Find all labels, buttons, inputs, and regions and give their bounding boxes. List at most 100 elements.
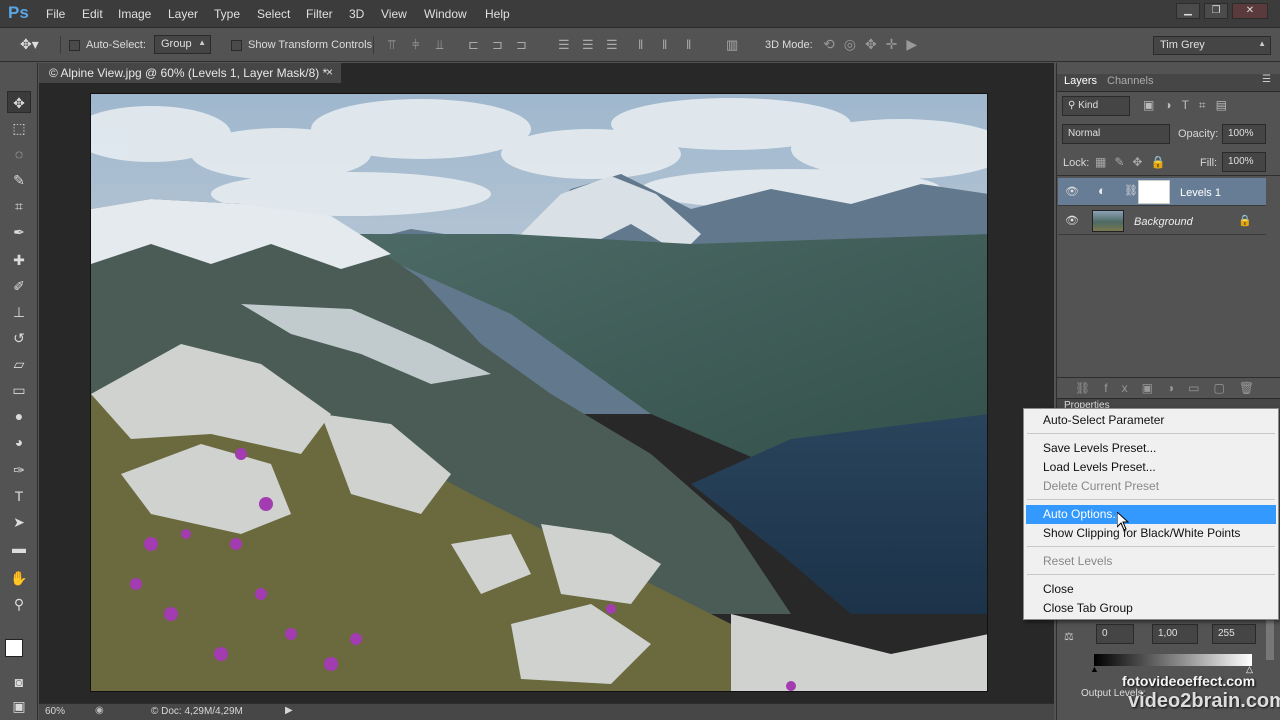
clone-stamp-tool-icon[interactable]: ⊥: [7, 301, 31, 323]
menu-image[interactable]: Image: [118, 7, 151, 21]
layer-filter-icons[interactable]: ▣◑T⌗▤: [1143, 98, 1237, 113]
blend-mode-dropdown[interactable]: Normal: [1062, 124, 1170, 144]
dodge-tool-icon[interactable]: ◕: [7, 431, 31, 453]
menu-item-show-clipping[interactable]: Show Clipping for Black/White Points: [1026, 524, 1276, 543]
zoom-tool-icon[interactable]: ⚲: [7, 593, 31, 615]
layer-mask-thumbnail[interactable]: [1138, 180, 1170, 204]
type-tool-icon[interactable]: T: [7, 485, 31, 507]
align-vcenter-icon[interactable]: ⫩: [412, 37, 419, 53]
menu-item-load-levels-preset[interactable]: Load Levels Preset...: [1026, 458, 1276, 477]
menu-select[interactable]: Select: [257, 7, 290, 21]
image-canvas[interactable]: [90, 93, 988, 692]
layer-row-levels[interactable]: 👁 ◐ ⛓ Levels 1: [1058, 178, 1266, 206]
align-right-icon[interactable]: ⊐: [516, 37, 527, 53]
menu-item-reset-levels: Reset Levels: [1043, 554, 1113, 568]
distribute-right-icon[interactable]: ‖: [686, 37, 691, 52]
menu-filter[interactable]: Filter: [306, 7, 333, 21]
brush-tool-icon[interactable]: ✐: [7, 275, 31, 297]
watermark-fotovideoeffect: fotovideoeffect.com: [1122, 673, 1256, 689]
distribute-left-icon[interactable]: ‖: [638, 37, 643, 52]
distribute-vcenter-icon[interactable]: ☰: [582, 37, 594, 53]
zoom-level[interactable]: 60%: [45, 706, 65, 717]
screen-mode-icon[interactable]: ▣: [7, 695, 31, 717]
restore-button[interactable]: ❐: [1204, 3, 1228, 19]
path-selection-tool-icon[interactable]: ➤: [7, 511, 31, 533]
status-menu-arrow-icon[interactable]: ▶: [285, 705, 293, 716]
history-brush-tool-icon[interactable]: ↺: [7, 327, 31, 349]
auto-levels-icon[interactable]: ⚖: [1064, 630, 1074, 643]
blur-tool-icon[interactable]: ●: [7, 405, 31, 427]
marquee-tool-icon[interactable]: ⬚: [7, 117, 31, 139]
align-bottom-icon[interactable]: ⫫: [436, 37, 443, 53]
document-tab[interactable]: © Alpine View.jpg @ 60% (Levels 1, Layer…: [39, 63, 342, 83]
menu-item-close-tab-group[interactable]: Close Tab Group: [1026, 599, 1276, 618]
input-white-field[interactable]: 255: [1212, 624, 1256, 644]
auto-align-icon[interactable]: ▥: [726, 37, 738, 53]
panel-menu-icon[interactable]: ☰: [1262, 74, 1271, 85]
properties-scrollbar[interactable]: [1266, 620, 1274, 660]
preview-icon[interactable]: ◉: [95, 705, 104, 716]
close-tab-icon[interactable]: ×: [326, 65, 333, 79]
fill-field[interactable]: 100%: [1222, 152, 1266, 172]
auto-select-dropdown[interactable]: Group ▲: [154, 35, 211, 54]
menu-type[interactable]: Type: [214, 7, 240, 21]
layer-row-background[interactable]: 👁 Background 🔒: [1058, 207, 1266, 235]
menu-file[interactable]: File: [46, 7, 65, 21]
workspace-value: Tim Grey: [1160, 39, 1205, 51]
healing-brush-tool-icon[interactable]: ✚: [7, 249, 31, 271]
lasso-tool-icon[interactable]: ◌: [7, 143, 31, 165]
crop-tool-icon[interactable]: ⌗: [7, 195, 31, 217]
menu-window[interactable]: Window: [424, 7, 467, 21]
align-top-icon[interactable]: ⫪: [388, 37, 395, 53]
align-left-icon[interactable]: ⊏: [468, 37, 479, 53]
input-black-field[interactable]: 0: [1096, 624, 1134, 644]
move-tool-preset-icon[interactable]: ✥▾: [20, 36, 39, 53]
pen-tool-icon[interactable]: ✑: [7, 459, 31, 481]
show-transform-checkbox[interactable]: [231, 40, 242, 51]
lock-icons[interactable]: ▦✎✥🔒: [1095, 155, 1173, 169]
opacity-field[interactable]: 100%: [1222, 124, 1266, 144]
menu-3d[interactable]: 3D: [349, 7, 364, 21]
menu-edit[interactable]: Edit: [82, 7, 103, 21]
menu-item-save-levels-preset[interactable]: Save Levels Preset...: [1026, 439, 1276, 458]
minimize-button[interactable]: ▁: [1176, 3, 1200, 19]
layer-footer-icons[interactable]: ⛓fx▣◑▭▢🗑: [1075, 381, 1268, 395]
output-levels-gradient: [1094, 654, 1252, 666]
gradient-tool-icon[interactable]: ▭: [7, 379, 31, 401]
tab-channels[interactable]: Channels: [1107, 75, 1153, 87]
filter-kind-dropdown[interactable]: ⚲ Kind: [1062, 96, 1130, 116]
tools-panel: ✥ ⬚ ◌ ✎ ⌗ ✒ ✚ ✐ ⊥ ↺ ▱ ▭ ● ◕ ✑ T ➤ ▬ ✋ ⚲ …: [0, 63, 38, 720]
close-window-button[interactable]: ✕: [1232, 3, 1268, 19]
tab-layers[interactable]: Layers: [1064, 75, 1097, 87]
menu-help[interactable]: Help: [485, 7, 510, 21]
eraser-tool-icon[interactable]: ▱: [7, 353, 31, 375]
layers-panel-footer: ⛓fx▣◑▭▢🗑: [1057, 377, 1280, 397]
visibility-eye-icon[interactable]: 👁: [1065, 185, 1079, 199]
auto-select-checkbox[interactable]: [69, 40, 80, 51]
menu-item-auto-options[interactable]: Auto Options...: [1026, 505, 1276, 524]
menu-separator: [1027, 574, 1275, 575]
3d-mode-icons[interactable]: ⟲◎✥✛▶: [823, 36, 926, 53]
align-hcenter-icon[interactable]: ⊐: [492, 37, 503, 53]
quick-selection-tool-icon[interactable]: ✎: [7, 169, 31, 191]
black-slider-handle-icon[interactable]: ▲: [1090, 664, 1099, 674]
move-tool-icon[interactable]: ✥: [7, 91, 31, 113]
foreground-color-swatch[interactable]: [5, 639, 23, 657]
menu-view[interactable]: View: [381, 7, 407, 21]
menu-bar: Ps File Edit Image Layer Type Select Fil…: [0, 0, 1280, 28]
menu-layer[interactable]: Layer: [168, 7, 198, 21]
workspace-dropdown[interactable]: Tim Grey ▲: [1153, 36, 1271, 55]
distribute-bottom-icon[interactable]: ☰: [606, 37, 618, 53]
visibility-eye-icon[interactable]: 👁: [1065, 214, 1079, 228]
show-transform-label: Show Transform Controls: [248, 39, 373, 51]
eyedropper-tool-icon[interactable]: ✒: [7, 221, 31, 243]
menu-item-close[interactable]: Close: [1026, 580, 1276, 599]
quick-mask-icon[interactable]: ◙: [7, 671, 31, 693]
link-chain-icon[interactable]: ⛓: [1124, 184, 1138, 197]
rectangle-tool-icon[interactable]: ▬: [7, 537, 31, 559]
hand-tool-icon[interactable]: ✋: [7, 567, 31, 589]
input-gamma-field[interactable]: 1,00: [1152, 624, 1198, 644]
distribute-hcenter-icon[interactable]: ‖: [662, 37, 667, 52]
menu-item-auto-select-parameter[interactable]: Auto-Select Parameter: [1026, 411, 1276, 430]
distribute-top-icon[interactable]: ☰: [558, 37, 570, 53]
